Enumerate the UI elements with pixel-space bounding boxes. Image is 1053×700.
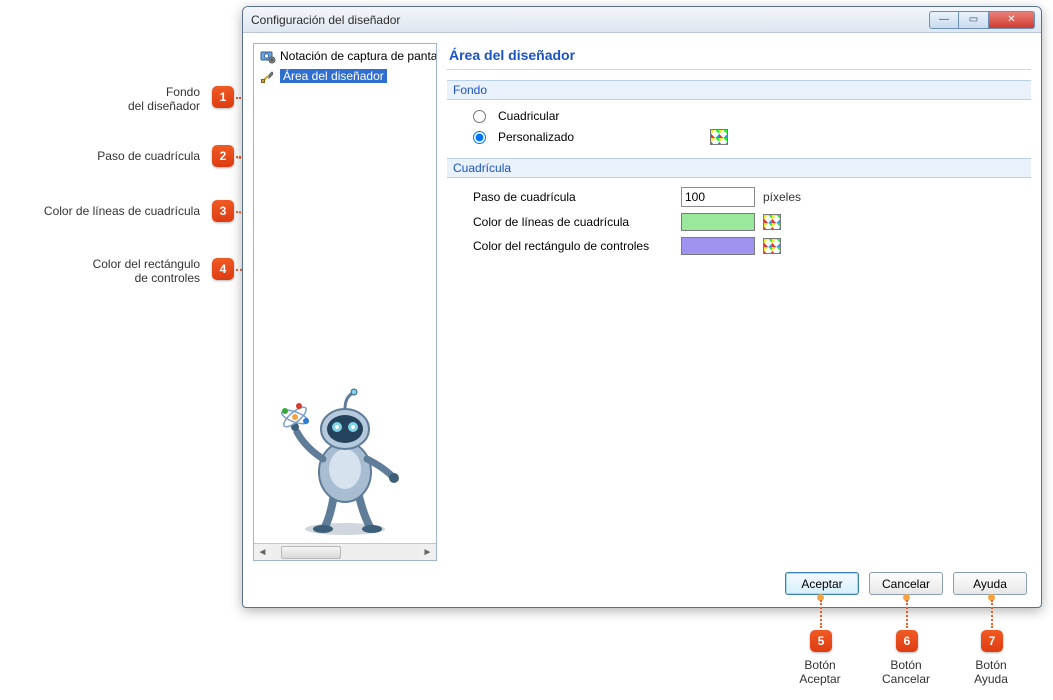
cancel-button[interactable]: Cancelar	[869, 572, 943, 595]
category-tree: Notación de captura de pantal Área del d…	[253, 43, 437, 561]
grid-step-input[interactable]	[681, 187, 755, 207]
window-title: Configuración del diseñador	[251, 13, 929, 27]
dialog-button-row: Aceptar Cancelar Ayuda	[785, 572, 1027, 595]
section-fondo-head: Fondo	[447, 80, 1031, 100]
callout-badge-7: 7	[981, 630, 1003, 652]
control-rect-color-swatch	[681, 237, 755, 255]
close-button[interactable]: ✕	[989, 11, 1035, 29]
tools-icon	[260, 68, 276, 84]
callout-7-line	[991, 600, 993, 628]
callout-5-line	[820, 600, 822, 628]
callout-4-label: Color del rectángulode controles	[0, 257, 200, 285]
grid-step-unit: píxeles	[763, 190, 801, 204]
callout-1-label: Fondodel diseñador	[0, 85, 200, 113]
row-grid-step: Paso de cuadrícula píxeles	[473, 184, 1031, 210]
control-rect-color-picker-button[interactable]	[763, 238, 781, 254]
callout-6-label: BotónCancelar	[876, 658, 936, 686]
titlebar[interactable]: Configuración del diseñador — ▭ ✕	[243, 7, 1041, 33]
callout-badge-2: 2	[212, 145, 234, 167]
grid-line-color-label: Color de líneas de cuadrícula	[473, 215, 673, 229]
radio-personalizado-input[interactable]	[473, 131, 486, 144]
scroll-track[interactable]	[271, 545, 419, 560]
callout-badge-5: 5	[810, 630, 832, 652]
row-grid-line-color: Color de líneas de cuadrícula	[473, 210, 1031, 234]
callout-7-label: BotónAyuda	[961, 658, 1021, 686]
minimize-button[interactable]: —	[929, 11, 959, 29]
radio-cuadricular-input[interactable]	[473, 110, 486, 123]
maximize-button[interactable]: ▭	[959, 11, 989, 29]
grid-step-label: Paso de cuadrícula	[473, 190, 673, 204]
accept-button[interactable]: Aceptar	[785, 572, 859, 595]
callout-badge-6: 6	[896, 630, 918, 652]
callout-badge-3: 3	[212, 200, 234, 222]
callout-badge-1: 1	[212, 86, 234, 108]
callout-6-line	[906, 600, 908, 628]
tree-item-screenshot-notation[interactable]: Notación de captura de pantal	[256, 46, 434, 66]
row-control-rect-color: Color del rectángulo de controles	[473, 234, 1031, 258]
scroll-right-icon[interactable]: ►	[419, 547, 436, 558]
grid-line-color-swatch	[681, 213, 755, 231]
settings-content: Área del diseñador Fondo Cuadricular Per…	[447, 43, 1031, 561]
mascot-image	[254, 373, 436, 543]
callout-2-label: Paso de cuadrícula	[0, 149, 200, 163]
callout-badge-4: 4	[212, 258, 234, 280]
control-rect-color-label: Color del rectángulo de controles	[473, 239, 673, 253]
section-fondo: Fondo Cuadricular Personalizado	[447, 80, 1031, 148]
grid-line-color-picker-button[interactable]	[763, 214, 781, 230]
radio-personalizado-label: Personalizado	[498, 130, 574, 144]
radio-cuadricular[interactable]: Cuadricular	[473, 106, 1031, 126]
tree-hscrollbar[interactable]: ◄ ►	[254, 543, 436, 560]
callout-3-label: Color de líneas de cuadrícula	[0, 204, 200, 218]
page-title: Área del diseñador	[447, 43, 1031, 70]
section-cuadricula: Cuadrícula Paso de cuadrícula píxeles Co…	[447, 158, 1031, 258]
tree-item-label: Área del diseñador	[280, 69, 387, 83]
radio-cuadricular-label: Cuadricular	[498, 109, 559, 123]
section-cuadricula-head: Cuadrícula	[447, 158, 1031, 178]
tree-item-designer-area[interactable]: Área del diseñador	[256, 66, 434, 86]
tree-item-label: Notación de captura de pantal	[280, 49, 436, 63]
fondo-color-picker-button[interactable]	[710, 129, 728, 145]
callout-5-label: BotónAceptar	[790, 658, 850, 686]
camera-gear-icon	[260, 48, 276, 64]
help-button[interactable]: Ayuda	[953, 572, 1027, 595]
scroll-left-icon[interactable]: ◄	[254, 547, 271, 558]
scroll-thumb[interactable]	[281, 546, 341, 559]
dialog-window: Configuración del diseñador — ▭ ✕ Notaci…	[242, 6, 1042, 608]
radio-personalizado[interactable]: Personalizado	[473, 126, 1031, 148]
